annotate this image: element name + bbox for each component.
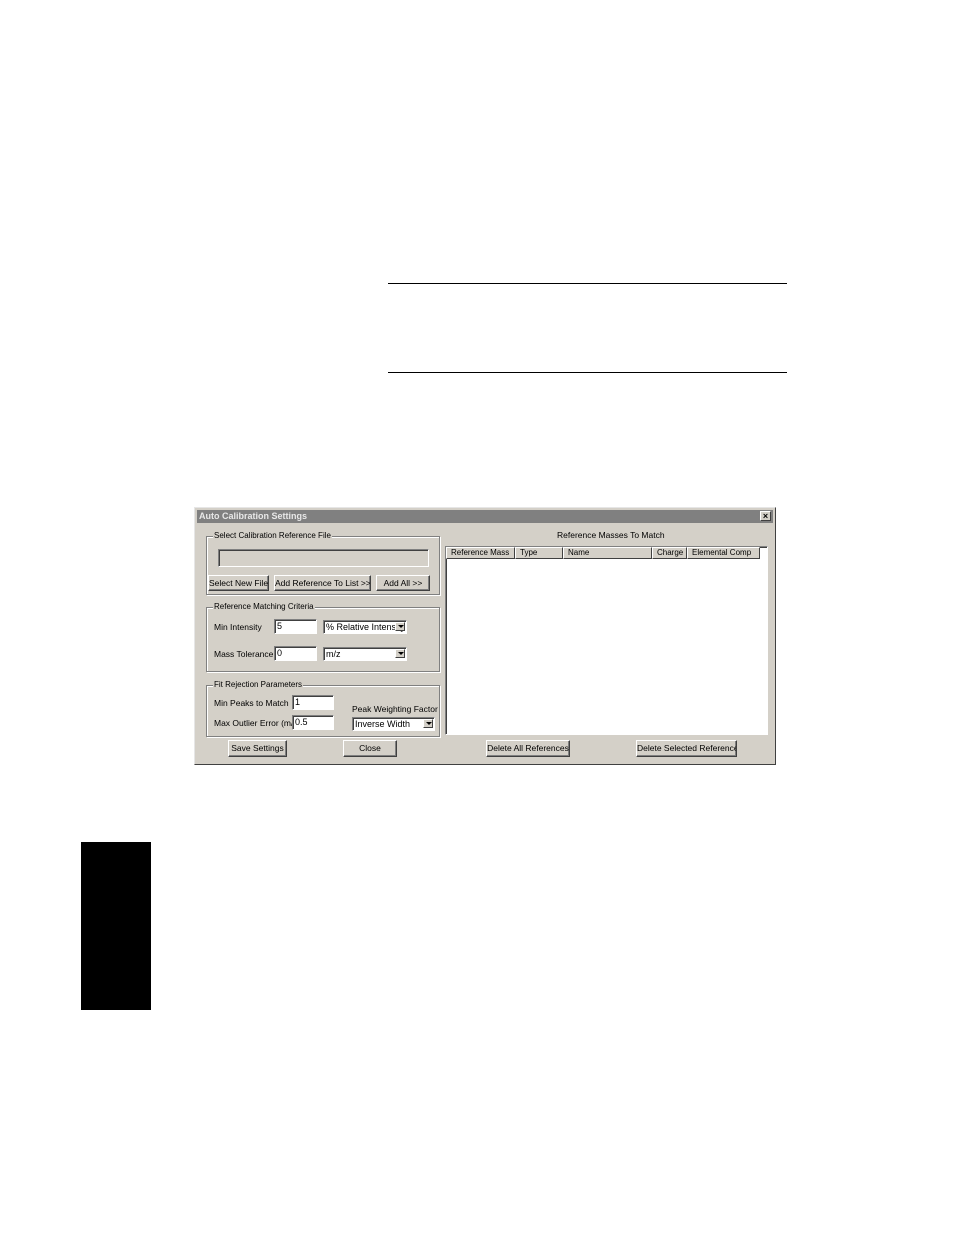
reference-file-path-field[interactable] <box>218 549 429 567</box>
save-settings-button[interactable]: Save Settings <box>228 740 287 757</box>
min-peaks-value: 1 <box>295 697 301 707</box>
chevron-down-icon[interactable] <box>395 622 405 631</box>
delete-all-references-button[interactable]: Delete All References <box>486 740 570 757</box>
min-intensity-value: 5 <box>277 621 283 631</box>
matching-criteria-group: Reference Matching Criteria Min Intensit… <box>206 602 440 672</box>
reference-file-group-legend: Select Calibration Reference File <box>213 531 332 541</box>
peak-weighting-select[interactable]: Inverse Width <box>352 717 435 731</box>
header-rule-top <box>388 283 787 284</box>
column-header[interactable]: Name <box>563 547 652 559</box>
max-outlier-value: 0.5 <box>295 717 308 727</box>
tolerance-unit-value: m/z <box>326 649 341 659</box>
auto-calibration-settings-dialog: Auto Calibration Settings × Select Calib… <box>194 507 776 765</box>
page-thumb-tab <box>81 842 151 1010</box>
add-reference-to-list-button[interactable]: Add Reference To List >> <box>274 575 371 591</box>
tolerance-unit-select[interactable]: m/z <box>323 647 407 661</box>
chevron-down-icon[interactable] <box>395 649 405 658</box>
min-peaks-input[interactable]: 1 <box>292 695 334 710</box>
dialog-titlebar[interactable]: Auto Calibration Settings × <box>197 510 773 523</box>
mass-tolerance-value: 0 <box>277 648 283 658</box>
fit-rejection-group: Fit Rejection Parameters Min Peaks to Ma… <box>206 680 440 737</box>
min-intensity-input[interactable]: 5 <box>274 619 317 634</box>
dialog-title: Auto Calibration Settings <box>199 511 307 521</box>
delete-selected-reference-button[interactable]: Delete Selected Reference <box>636 740 737 757</box>
close-button[interactable]: Close <box>343 740 397 757</box>
column-header[interactable]: Charge <box>652 547 687 559</box>
max-outlier-input[interactable]: 0.5 <box>292 715 334 730</box>
min-intensity-label: Min Intensity <box>214 622 262 632</box>
peak-weighting-value: Inverse Width <box>355 719 411 729</box>
close-icon[interactable]: × <box>760 511 771 521</box>
reference-file-group: Select Calibration Reference File Select… <box>206 531 440 595</box>
reference-list-title: Reference Masses To Match <box>557 530 665 540</box>
fit-rejection-group-legend: Fit Rejection Parameters <box>213 680 304 690</box>
chevron-down-icon[interactable] <box>423 719 433 728</box>
column-header[interactable]: Type <box>515 547 563 559</box>
peak-weighting-label: Peak Weighting Factor <box>352 704 438 714</box>
reference-masses-list[interactable]: Reference Mass Type Name Charge Elemental Co… <box>445 546 768 735</box>
select-new-file-button[interactable]: Select New File <box>208 575 269 591</box>
mass-tolerance-label: Mass Tolerance <box>214 649 274 659</box>
column-header[interactable]: Reference Mass <box>446 547 515 559</box>
column-header[interactable]: Elemental Comp <box>687 547 760 559</box>
header-rule-bottom <box>388 372 787 373</box>
min-peaks-label: Min Peaks to Match <box>214 698 289 708</box>
matching-criteria-group-legend: Reference Matching Criteria <box>213 602 315 612</box>
max-outlier-label: Max Outlier Error (m/z) <box>214 718 301 728</box>
intensity-unit-select[interactable]: % Relative Intensity <box>323 620 407 634</box>
mass-tolerance-input[interactable]: 0 <box>274 646 317 661</box>
intensity-unit-value: % Relative Intensity <box>326 622 406 632</box>
add-all-button[interactable]: Add All >> <box>376 575 430 591</box>
